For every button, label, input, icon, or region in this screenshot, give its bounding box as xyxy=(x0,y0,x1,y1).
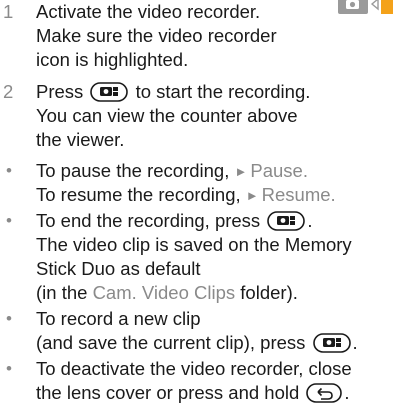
back-key-icon xyxy=(306,383,343,403)
step-text: icon is highlighted. xyxy=(36,49,189,70)
note-text: The video clip is saved on the Memory xyxy=(36,234,352,255)
note-text: (and save the current clip), press . xyxy=(36,332,358,353)
note-text: Stick Duo as default xyxy=(36,258,201,279)
step-text: You can view the counter above xyxy=(36,105,298,126)
pause-menu-item: Pause xyxy=(250,160,303,181)
folder-suffix: folder). xyxy=(240,282,298,303)
step-text: Activate the video recorder. xyxy=(36,1,261,22)
camera-key-icon xyxy=(267,211,306,231)
new-clip-instruction: (and save the current clip), press xyxy=(36,332,306,353)
folder-prefix: (in the xyxy=(36,282,88,303)
press-label: Press xyxy=(36,81,84,102)
folder-name: Cam. Video Clips xyxy=(92,282,236,303)
note-text: To deactivate the video recorder, close xyxy=(36,358,352,379)
step-text: Make sure the video recorder xyxy=(36,25,277,46)
select-arrow-icon: ► xyxy=(234,164,248,179)
select-arrow-icon: ► xyxy=(245,188,259,203)
note-text: (in the Cam. Video Clips folder). xyxy=(36,281,298,305)
step-text: the viewer. xyxy=(36,129,125,150)
note-text: To resume the recording, ► Resume. xyxy=(36,183,336,208)
end-instruction: To end the recording, press xyxy=(36,210,261,231)
bullet: • xyxy=(6,211,12,230)
resume-menu-item: Resume xyxy=(261,184,331,205)
step-number: 1 xyxy=(3,1,14,22)
deactivate-instruction: the lens cover or press and hold xyxy=(36,382,300,403)
camera-video-mode-icon xyxy=(338,0,393,14)
instructions-page: 1 Activate the video recorder. Make sure… xyxy=(0,0,405,403)
camera-key-icon xyxy=(312,333,351,353)
note-text: the lens cover or press and hold . xyxy=(36,382,350,403)
step-text: Press to start the recording. xyxy=(36,80,310,104)
step-number: 2 xyxy=(3,81,14,102)
bullet: • xyxy=(6,309,12,328)
resume-instruction: To resume the recording, xyxy=(36,184,241,205)
bullet: • xyxy=(6,359,12,378)
camera-key-icon xyxy=(90,82,129,102)
pause-instruction: To pause the recording, xyxy=(36,160,230,181)
note-text: To record a new clip xyxy=(36,308,201,329)
bullet: • xyxy=(6,161,12,180)
note-text: To pause the recording, ► Pause. xyxy=(36,159,308,184)
start-recording-label: to start the recording. xyxy=(135,81,311,102)
note-text: To end the recording, press . xyxy=(36,210,313,231)
